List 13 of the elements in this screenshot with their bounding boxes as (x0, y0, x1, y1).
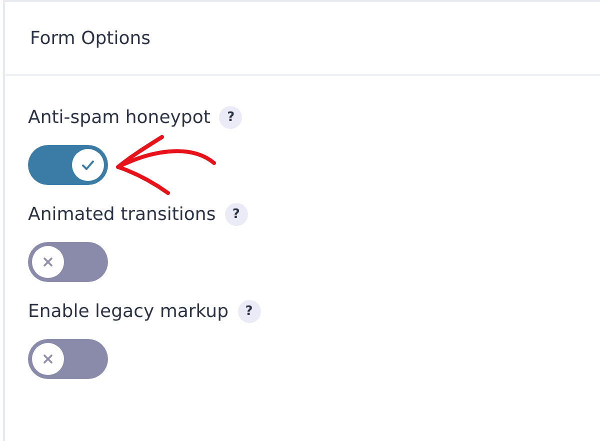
toggle-switch[interactable] (28, 145, 108, 185)
toggle-switch[interactable] (28, 242, 108, 282)
option-label: Anti-spam honeypot (28, 107, 210, 128)
option-label: Animated transitions (28, 204, 216, 225)
toggle-switch[interactable] (28, 339, 108, 379)
help-badge[interactable]: ? (238, 300, 261, 323)
x-icon (43, 257, 53, 267)
option-label: Enable legacy markup (28, 301, 229, 322)
help-badge[interactable]: ? (224, 203, 248, 226)
panel-title: Form Options (30, 28, 151, 48)
check-icon (81, 159, 95, 171)
help-badge[interactable]: ? (219, 106, 242, 129)
x-icon (43, 354, 53, 364)
